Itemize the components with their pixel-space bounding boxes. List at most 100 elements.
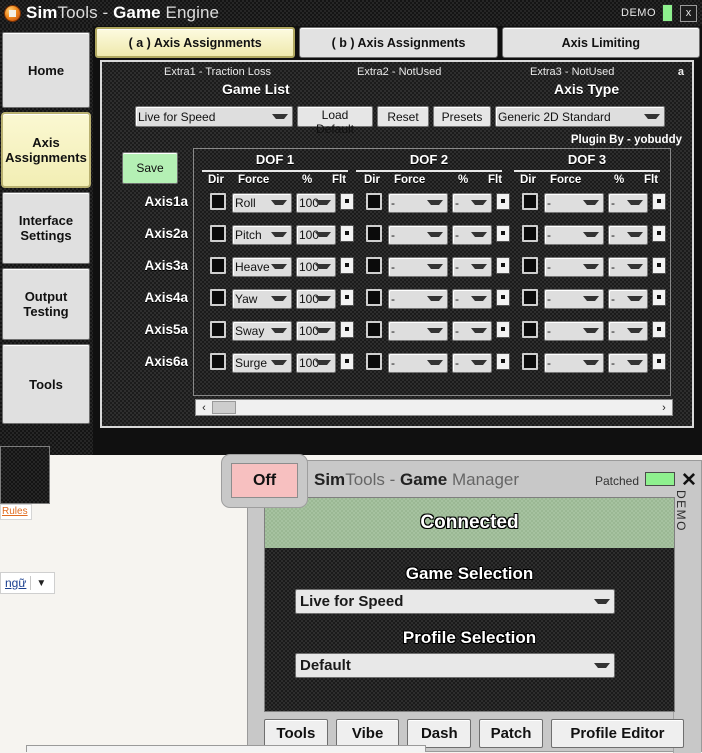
percent-dropdown-dof1-row4[interactable]: 100 [296, 289, 336, 309]
game-list-select[interactable]: Live for Speed [135, 106, 293, 127]
percent-select[interactable]: 100 [296, 289, 336, 309]
force-dropdown-dof1-row3[interactable]: Heave [232, 257, 292, 277]
filter-button-dof3-row1[interactable] [652, 193, 666, 210]
close-button[interactable]: x [680, 4, 697, 22]
percent-select[interactable]: - [452, 289, 492, 309]
force-select[interactable]: - [544, 257, 604, 277]
sidebar-item-home[interactable]: Home [2, 32, 90, 108]
tools-button[interactable]: Tools [264, 719, 328, 748]
patch-button[interactable]: Patch [479, 719, 543, 748]
dir-checkbox-dof3-row6[interactable] [522, 353, 538, 370]
dir-checkbox-dof1-row4[interactable] [210, 289, 226, 306]
force-select[interactable]: - [544, 289, 604, 309]
dir-checkbox-dof2-row6[interactable] [366, 353, 382, 370]
save-button[interactable]: Save [122, 152, 178, 184]
reset-button[interactable]: Reset [377, 106, 429, 127]
force-select[interactable]: - [544, 353, 604, 373]
filter-button-dof1-row4[interactable] [340, 289, 354, 306]
game-selection-select[interactable]: Live for Speed [295, 589, 615, 614]
force-dropdown-dof1-row1[interactable]: Roll [232, 193, 292, 213]
percent-select[interactable]: 100 [296, 225, 336, 245]
axis-type-dropdown[interactable]: Generic 2D Standard [495, 106, 665, 127]
axis-type-select[interactable]: Generic 2D Standard [495, 106, 665, 127]
game-selection-dropdown[interactable]: Live for Speed [295, 589, 615, 614]
filter-button-dof1-row5[interactable] [340, 321, 354, 338]
percent-dropdown-dof2-row4[interactable]: - [452, 289, 492, 309]
force-select[interactable]: Sway [232, 321, 292, 341]
dir-checkbox-dof3-row2[interactable] [522, 225, 538, 242]
force-select[interactable]: - [544, 193, 604, 213]
filter-button-dof2-row6[interactable] [496, 353, 510, 370]
force-dropdown-dof1-row5[interactable]: Sway [232, 321, 292, 341]
force-select[interactable]: - [388, 193, 448, 213]
percent-select[interactable]: - [608, 289, 648, 309]
percent-dropdown-dof3-row3[interactable]: - [608, 257, 648, 277]
percent-dropdown-dof3-row1[interactable]: - [608, 193, 648, 213]
filter-button-dof3-row3[interactable] [652, 257, 666, 274]
percent-select[interactable]: - [608, 257, 648, 277]
percent-dropdown-dof1-row2[interactable]: 100 [296, 225, 336, 245]
percent-dropdown-dof3-row2[interactable]: - [608, 225, 648, 245]
force-select[interactable]: - [544, 321, 604, 341]
percent-select[interactable]: - [452, 353, 492, 373]
percent-select[interactable]: - [608, 353, 648, 373]
off-toggle-button[interactable]: Off [231, 463, 298, 498]
filter-button-dof1-row3[interactable] [340, 257, 354, 274]
dir-checkbox-dof1-row3[interactable] [210, 257, 226, 274]
profile-selection-select[interactable]: Default [295, 653, 615, 678]
percent-select[interactable]: - [608, 225, 648, 245]
tab-a-axis-assignments[interactable]: ( a ) Axis Assignments [95, 27, 296, 58]
filter-button-dof2-row2[interactable] [496, 225, 510, 242]
force-dropdown-dof1-row4[interactable]: Yaw [232, 289, 292, 309]
percent-dropdown-dof2-row3[interactable]: - [452, 257, 492, 277]
force-select[interactable]: Roll [232, 193, 292, 213]
sidebar-item-interface-settings[interactable]: Interface Settings [2, 192, 90, 264]
percent-select[interactable]: - [452, 193, 492, 213]
force-select[interactable]: - [388, 353, 448, 373]
percent-select[interactable]: - [608, 193, 648, 213]
percent-dropdown-dof2-row5[interactable]: - [452, 321, 492, 341]
dir-checkbox-dof1-row2[interactable] [210, 225, 226, 242]
tab-b-axis-assignments[interactable]: ( b ) Axis Assignments [299, 27, 498, 58]
filter-button-dof3-row5[interactable] [652, 321, 666, 338]
percent-dropdown-dof3-row4[interactable]: - [608, 289, 648, 309]
percent-dropdown-dof1-row6[interactable]: 100 [296, 353, 336, 373]
force-dropdown-dof3-row6[interactable]: - [544, 353, 604, 373]
force-dropdown-dof2-row6[interactable]: - [388, 353, 448, 373]
profile-editor-button[interactable]: Profile Editor [550, 719, 685, 748]
force-dropdown-dof2-row3[interactable]: - [388, 257, 448, 277]
dir-checkbox-dof1-row1[interactable] [210, 193, 226, 210]
percent-select[interactable]: - [608, 321, 648, 341]
force-dropdown-dof2-row5[interactable]: - [388, 321, 448, 341]
filter-button-dof2-row1[interactable] [496, 193, 510, 210]
scrollbar-thumb[interactable] [212, 401, 236, 414]
force-dropdown-dof2-row4[interactable]: - [388, 289, 448, 309]
force-dropdown-dof3-row4[interactable]: - [544, 289, 604, 309]
percent-select[interactable]: 100 [296, 257, 336, 277]
percent-dropdown-dof1-row1[interactable]: 100 [296, 193, 336, 213]
percent-dropdown-dof2-row6[interactable]: - [452, 353, 492, 373]
filter-button-dof3-row6[interactable] [652, 353, 666, 370]
force-dropdown-dof2-row2[interactable]: - [388, 225, 448, 245]
force-dropdown-dof3-row1[interactable]: - [544, 193, 604, 213]
dir-checkbox-dof1-row6[interactable] [210, 353, 226, 370]
dir-checkbox-dof3-row3[interactable] [522, 257, 538, 274]
scroll-right-arrow-icon[interactable]: › [656, 402, 672, 414]
filter-button-dof1-row6[interactable] [340, 353, 354, 370]
percent-dropdown-dof2-row2[interactable]: - [452, 225, 492, 245]
force-select[interactable]: Heave [232, 257, 292, 277]
dir-checkbox-dof2-row1[interactable] [366, 193, 382, 210]
percent-dropdown-dof3-row6[interactable]: - [608, 353, 648, 373]
filter-button-dof2-row3[interactable] [496, 257, 510, 274]
force-select[interactable]: Yaw [232, 289, 292, 309]
profile-selection-dropdown[interactable]: Default [295, 653, 615, 678]
dir-checkbox-dof2-row3[interactable] [366, 257, 382, 274]
force-dropdown-dof3-row3[interactable]: - [544, 257, 604, 277]
filter-button-dof2-row4[interactable] [496, 289, 510, 306]
tab-axis-limiting[interactable]: Axis Limiting [501, 27, 700, 58]
force-select[interactable]: - [388, 321, 448, 341]
dir-checkbox-dof1-row5[interactable] [210, 321, 226, 338]
grid-horizontal-scrollbar[interactable]: ‹ › [195, 399, 673, 416]
vibe-button[interactable]: Vibe [335, 719, 400, 748]
filter-button-dof1-row2[interactable] [340, 225, 354, 242]
